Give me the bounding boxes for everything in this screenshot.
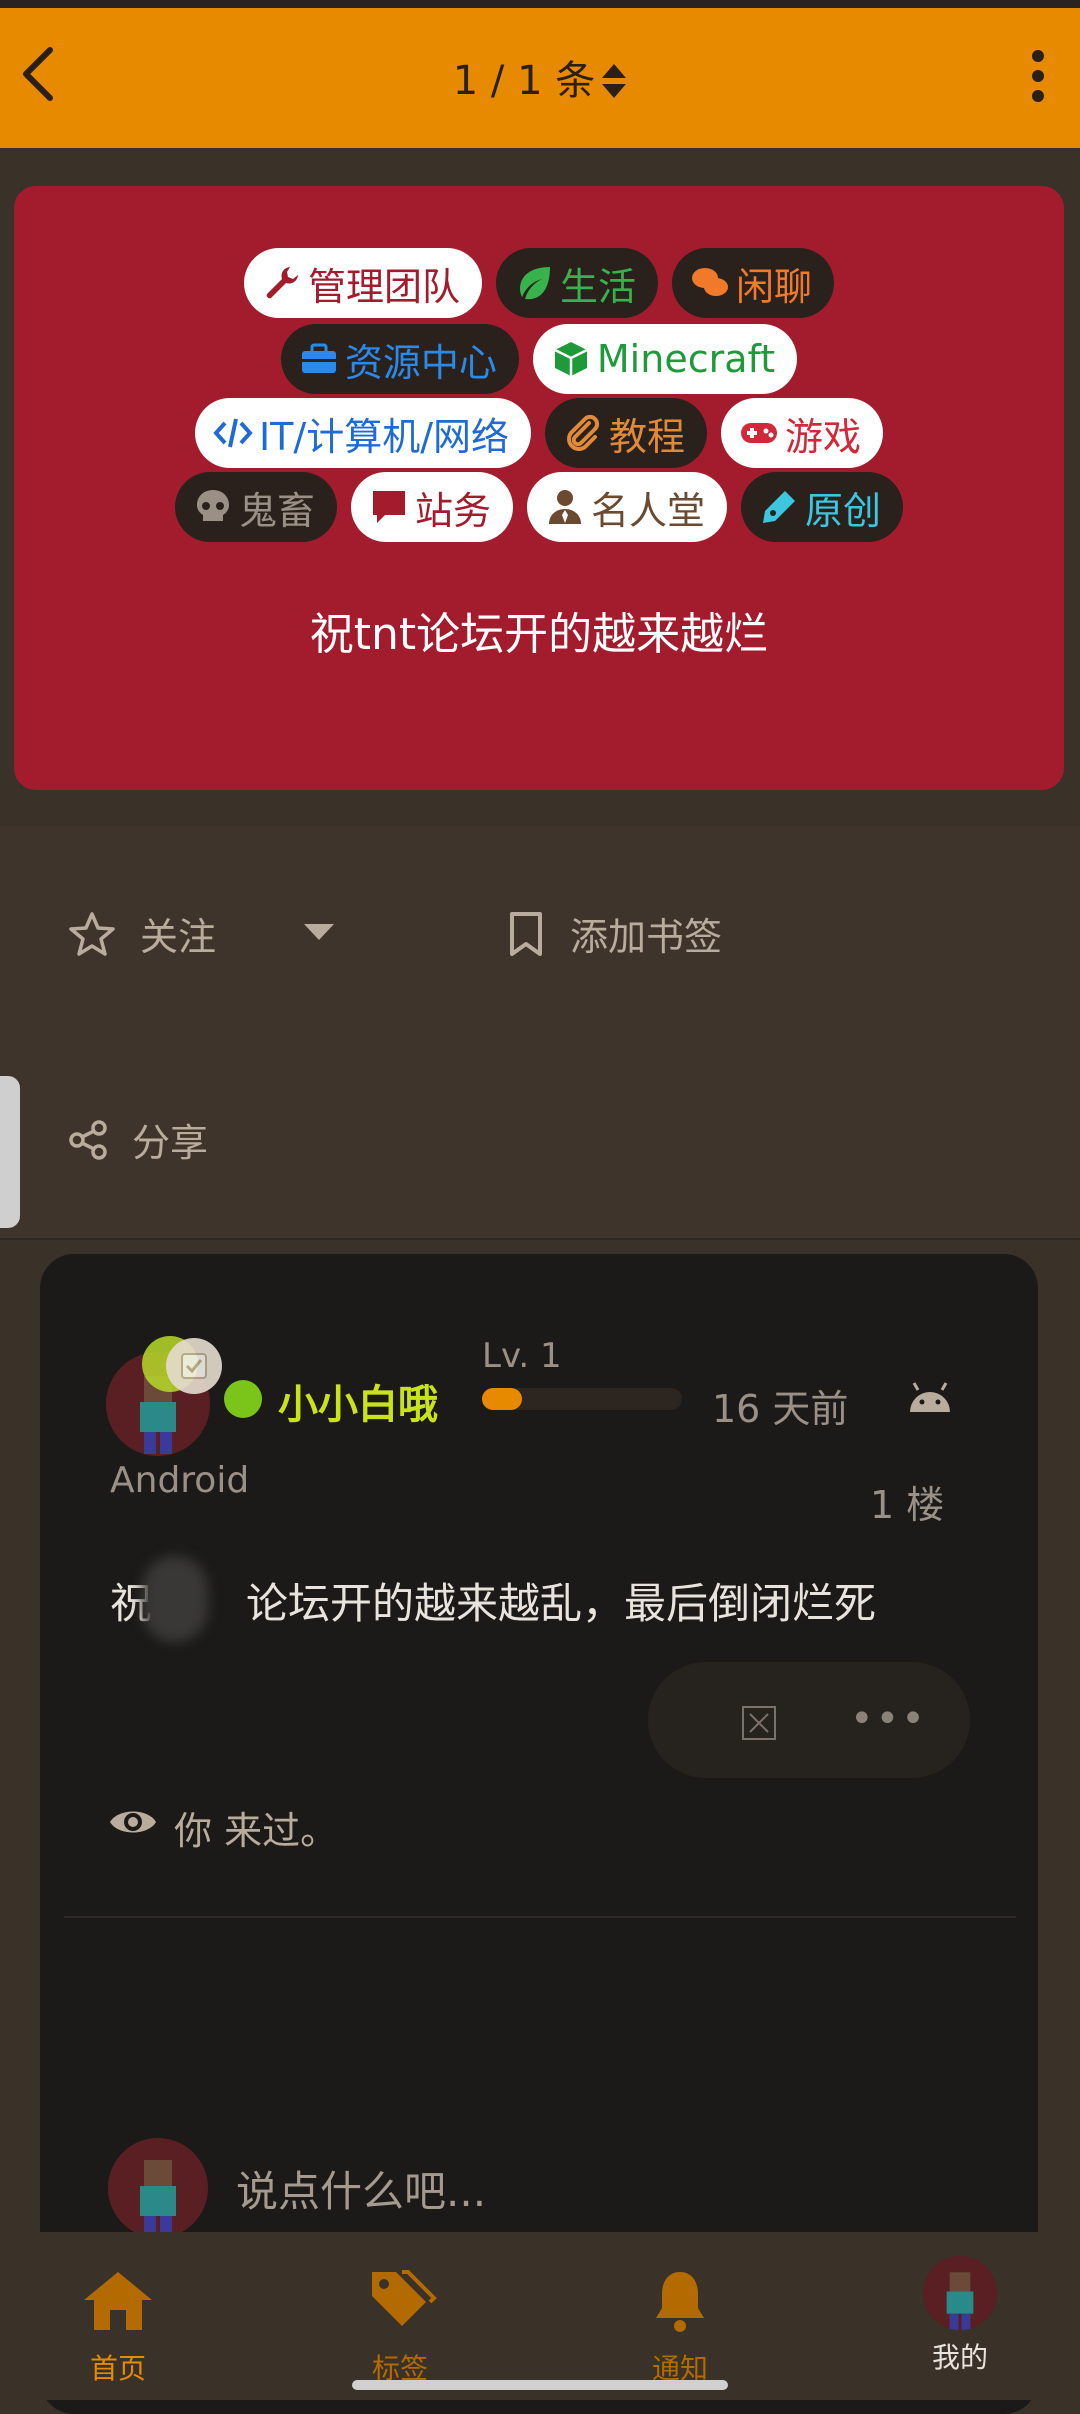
chat-icon [692, 268, 728, 296]
tag-label: 生活 [559, 264, 636, 309]
checkbox-icon[interactable] [742, 1706, 776, 1740]
toolbox-icon [301, 343, 336, 373]
device-name: Android [110, 1460, 250, 1501]
comment-time: 16 天前 [712, 1387, 849, 1431]
tag-site-affairs[interactable]: 站务 [350, 472, 513, 542]
tag-label: 鬼畜 [238, 488, 315, 533]
follow-label: 关注 [140, 915, 217, 959]
tag-label: 闲聊 [736, 264, 813, 309]
nav-me-label: 我的 [931, 2341, 988, 2374]
tag-label: 站务 [414, 488, 491, 533]
paperclip-icon [567, 414, 600, 451]
avatar-image [108, 2138, 208, 2238]
leaf-icon [519, 267, 550, 300]
status-bar [0, 0, 1080, 8]
bookmark-label: 添加书签 [570, 915, 723, 959]
tag-games[interactable]: 游戏 [721, 398, 884, 468]
tag-kichiku[interactable]: 鬼畜 [174, 472, 337, 542]
share-icon [69, 1119, 107, 1160]
level-progress-fill [482, 1388, 522, 1410]
redacted-blur [142, 1556, 208, 1642]
tag-resources[interactable]: 资源中心 [280, 324, 519, 394]
more-options-button[interactable]: ••• [850, 1696, 927, 1742]
tag-label: Minecraft [596, 337, 776, 381]
section-divider [0, 1238, 1080, 1240]
nav-me-avatar [923, 2256, 997, 2330]
tag-management[interactable]: 管理团队 [243, 248, 482, 318]
tag-original[interactable]: 原创 [741, 472, 904, 542]
nav-me[interactable]: 我的 [900, 2256, 1020, 2376]
nav-tags[interactable]: 标签 [340, 2268, 460, 2387]
post-actions-panel [0, 826, 1080, 1238]
android-icon [910, 1382, 950, 1412]
online-status-dot [224, 1380, 262, 1418]
page-counter[interactable]: 1 / 1 条 [0, 48, 1080, 106]
message-icon [372, 491, 405, 523]
tag-tutorial[interactable]: 教程 [545, 398, 708, 468]
page-counter-text: 1 / 1 条 [452, 58, 596, 104]
post-title: 祝tnt论坛开的越来越烂 [309, 609, 769, 660]
box-cross-icon [749, 1713, 769, 1733]
eye-icon [110, 1811, 156, 1833]
tag-chat[interactable]: 闲聊 [672, 248, 835, 318]
cube-icon [554, 342, 588, 376]
tag-label: 资源中心 [344, 340, 497, 385]
comment-content: 祝论坛开的越来越乱，最后倒闭烂死 [110, 1570, 876, 1631]
share-button[interactable]: 分享 [68, 1112, 208, 1167]
tag-label: IT/计算机/网络 [258, 414, 509, 459]
sort-icon [602, 64, 627, 98]
my-avatar [108, 2138, 208, 2238]
post-tag-card: 管理团队 生活 闲聊 资源中心 Minecraft IT/计算机/网络 教程 游… [14, 186, 1064, 790]
verified-check-icon [181, 1353, 207, 1379]
card-divider [64, 1916, 1016, 1918]
reply-input[interactable]: 说点什么吧... [236, 2158, 486, 2219]
tag-minecraft[interactable]: Minecraft [532, 324, 798, 394]
star-icon [69, 911, 115, 956]
nav-home-label: 首页 [89, 2352, 146, 2385]
user-level: Lv. 1 [482, 1336, 562, 1376]
avatar-image [923, 2256, 997, 2330]
tag-it[interactable]: IT/计算机/网络 [194, 398, 531, 468]
skull-icon [196, 490, 229, 521]
comment-text-end: 论坛开的越来越乱，最后倒闭烂死 [246, 1579, 877, 1628]
tag-label: 名人堂 [591, 488, 706, 533]
nav-home[interactable]: 首页 [58, 2268, 178, 2387]
gesture-home-bar[interactable] [352, 2380, 728, 2390]
tag-label: 管理团队 [307, 264, 460, 309]
follow-button[interactable]: 关注 [68, 906, 216, 961]
username[interactable]: 小小白哦 [278, 1372, 438, 1430]
home-icon [84, 2272, 152, 2330]
wrench-icon [266, 267, 298, 299]
bell-icon [656, 2272, 704, 2332]
user-tie-icon [549, 490, 581, 524]
gamepad-icon [741, 423, 778, 443]
floor-number: 1 楼 [870, 1483, 945, 1527]
add-bookmark-button[interactable]: 添加书签 [506, 906, 722, 961]
share-label: 分享 [132, 1121, 209, 1165]
visited-text: 你 来过。 [174, 1809, 339, 1853]
tag-hall-of-fame[interactable]: 名人堂 [527, 472, 728, 542]
tag-label: 教程 [609, 414, 686, 459]
tag-life[interactable]: 生活 [495, 248, 658, 318]
verified-badge [166, 1338, 222, 1394]
edge-drawer-handle[interactable] [0, 1076, 20, 1228]
pen-icon [763, 491, 796, 523]
more-vertical-icon[interactable] [1020, 48, 1056, 104]
tags-icon [372, 2270, 437, 2326]
nav-notifications[interactable]: 通知 [620, 2268, 740, 2387]
bookmark-icon [510, 911, 542, 956]
code-icon [213, 418, 253, 448]
tag-label: 原创 [805, 488, 882, 533]
follow-dropdown-icon[interactable] [302, 922, 336, 942]
tag-label: 游戏 [785, 414, 862, 459]
